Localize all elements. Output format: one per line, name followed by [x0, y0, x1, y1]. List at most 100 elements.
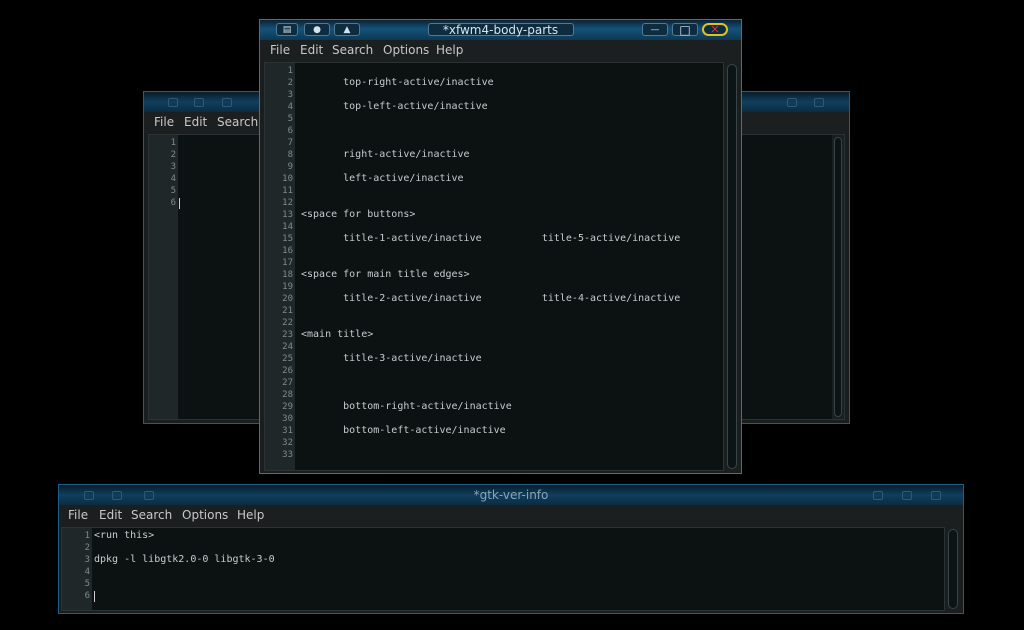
line-number: 10 — [282, 174, 293, 184]
code-line: <space for main title edges> — [301, 269, 470, 280]
line-number: 11 — [282, 186, 293, 196]
bottom-editor-window: *gtk-ver-info File Edit Search Options H… — [58, 484, 964, 614]
window-menu-icon[interactable] — [168, 98, 178, 107]
line-number: 19 — [282, 282, 293, 292]
line-number: 15 — [282, 234, 293, 244]
line-number: 7 — [287, 138, 293, 148]
line-number: 9 — [287, 162, 293, 172]
menu-file[interactable]: File — [154, 115, 174, 129]
line-number: 29 — [282, 402, 293, 412]
text-caret — [179, 198, 180, 209]
line-number: 4 — [84, 567, 90, 577]
menu-search[interactable]: Search — [217, 115, 258, 129]
scrollbar-thumb[interactable] — [727, 64, 737, 469]
code-line: <main title> — [301, 329, 374, 340]
menu-edit[interactable]: Edit — [300, 43, 323, 57]
vertical-scrollbar[interactable] — [725, 62, 739, 471]
line-number: 31 — [282, 426, 293, 436]
line-number: 30 — [282, 414, 293, 424]
line-number: 12 — [282, 198, 293, 208]
line-number: 32 — [282, 438, 293, 448]
line-number: 3 — [84, 555, 90, 565]
main-text-area[interactable]: 1 2 3 4 5 6 7 8 9 10 11 12 13 14 15 16 17 18 19 20 21 22 23 24 2… — [264, 62, 724, 471]
minimize-icon[interactable]: — — [642, 23, 668, 36]
line-number-gutter: 1 2 3 4 5 6 7 8 9 10 11 12 13 14 15 16 17 18 19 20 21 22 23 24 2… — [265, 63, 295, 470]
back-left-editor-window: File Edit Search 1 2 3 4 5 6 — [143, 91, 278, 424]
scrollbar-thumb[interactable] — [834, 137, 842, 417]
line-number: 14 — [282, 222, 293, 232]
back-left-menubar: File Edit Search — [144, 112, 272, 133]
maximize-icon[interactable]: □ — [672, 23, 698, 37]
menu-help[interactable]: Help — [436, 43, 463, 57]
close-icon[interactable] — [931, 491, 941, 500]
back-left-titlebar[interactable] — [144, 92, 272, 112]
line-number: 2 — [84, 543, 90, 553]
main-menubar: File Edit Search Options Help — [260, 40, 741, 61]
vertical-scrollbar[interactable] — [832, 135, 844, 419]
line-number: 20 — [282, 294, 293, 304]
line-number: 6 — [84, 591, 90, 601]
code-line: top-left-active/inactive — [301, 101, 488, 112]
menu-help[interactable]: Help — [237, 508, 264, 522]
line-number: 3 — [170, 162, 176, 172]
line-number: 24 — [282, 342, 293, 352]
line-number: 2 — [170, 150, 176, 160]
line-number: 2 — [287, 78, 293, 88]
line-number: 21 — [282, 306, 293, 316]
code-line: title-3-active/inactive — [301, 353, 482, 364]
close-icon[interactable]: ✕ — [702, 23, 728, 36]
line-number: 17 — [282, 258, 293, 268]
vertical-scrollbar[interactable] — [946, 527, 960, 611]
line-number-gutter: 1 2 3 4 5 6 — [62, 528, 92, 610]
back-right-text-area[interactable] — [725, 134, 845, 420]
window-title: *gtk-ver-info — [473, 488, 549, 502]
line-number: 13 — [282, 210, 293, 220]
main-titlebar[interactable]: ▤ ● ▲ *xfwm4-body-parts — □ ✕ — [260, 20, 741, 40]
minimize-icon[interactable] — [873, 491, 883, 500]
line-number: 1 — [84, 531, 90, 541]
menu-options[interactable]: Options — [182, 508, 228, 522]
line-number: 28 — [282, 390, 293, 400]
line-number: 22 — [282, 318, 293, 328]
line-number: 1 — [287, 66, 293, 76]
bottom-titlebar[interactable]: *gtk-ver-info — [59, 485, 963, 505]
code-line: title-1-active/inactive title-5-active/i… — [301, 233, 681, 244]
menu-edit[interactable]: Edit — [184, 115, 207, 129]
line-number: 1 — [170, 138, 176, 148]
code-line: dpkg -l libgtk2.0-0 libgtk-3-0 — [94, 554, 275, 565]
maximize-icon[interactable] — [814, 98, 824, 107]
line-number: 27 — [282, 378, 293, 388]
stick-icon[interactable] — [194, 98, 204, 107]
back-right-menubar — [729, 112, 849, 133]
line-number: 23 — [282, 330, 293, 340]
line-number: 4 — [287, 102, 293, 112]
line-number: 18 — [282, 270, 293, 280]
bottom-menubar: File Edit Search Options Help — [59, 505, 963, 526]
line-number: 26 — [282, 366, 293, 376]
code-line: left-active/inactive — [301, 173, 464, 184]
line-number: 5 — [170, 186, 176, 196]
code-line: bottom-right-active/inactive — [301, 401, 512, 412]
line-number: 5 — [84, 579, 90, 589]
minimize-icon[interactable] — [787, 98, 797, 107]
line-number: 5 — [287, 114, 293, 124]
line-number: 25 — [282, 354, 293, 364]
scrollbar-thumb[interactable] — [948, 529, 958, 609]
menu-search[interactable]: Search — [332, 43, 373, 57]
menu-options[interactable]: Options — [383, 43, 429, 57]
line-number: 33 — [282, 450, 293, 460]
back-right-titlebar[interactable] — [729, 92, 849, 112]
menu-file[interactable]: File — [270, 43, 290, 57]
code-line: top-right-active/inactive — [301, 77, 494, 88]
shade-icon[interactable] — [222, 98, 232, 107]
code-line: title-2-active/inactive title-4-active/i… — [301, 293, 681, 304]
menu-file[interactable]: File — [68, 508, 88, 522]
window-title: *xfwm4-body-parts — [442, 23, 559, 37]
code-line: bottom-left-active/inactive — [301, 425, 506, 436]
bottom-text-area[interactable]: 1 2 3 4 5 6 <run this> dpkg -l libgtk2.0-0 lib… — [61, 527, 945, 611]
maximize-icon[interactable] — [902, 491, 912, 500]
line-number: 6 — [287, 126, 293, 136]
code-line: right-active/inactive — [301, 149, 470, 160]
menu-edit[interactable]: Edit — [99, 508, 122, 522]
menu-search[interactable]: Search — [131, 508, 172, 522]
